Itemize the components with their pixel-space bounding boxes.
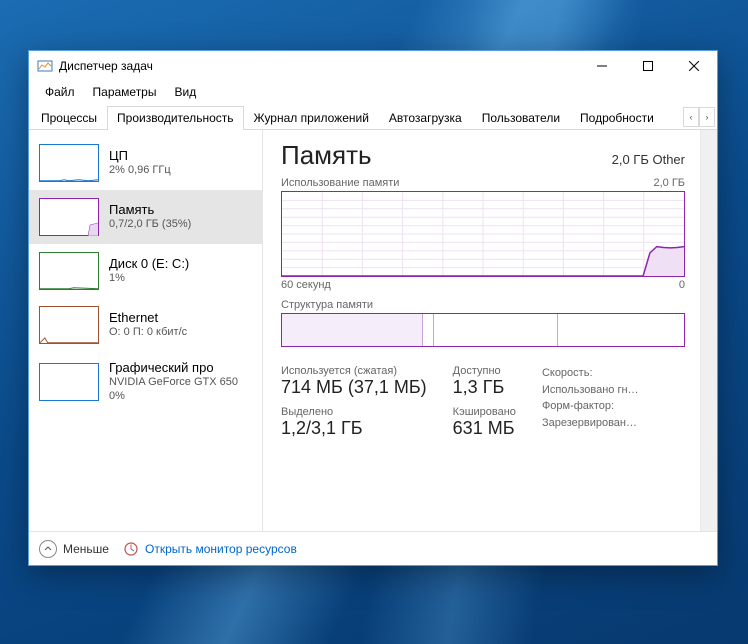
axis-right: 0 xyxy=(679,279,685,291)
menubar: Файл Параметры Вид xyxy=(29,81,717,105)
sidebar-item-cpu[interactable]: ЦП 2% 0,96 ГГц xyxy=(29,136,262,190)
fewer-label: Меньше xyxy=(63,542,109,556)
cpu-sub: 2% 0,96 ГГц xyxy=(109,164,171,178)
memory-composition-bar[interactable] xyxy=(281,313,685,347)
close-button[interactable] xyxy=(671,51,717,81)
memory-sub: 0,7/2,0 ГБ (35%) xyxy=(109,218,191,232)
task-manager-window: Диспетчер задач Файл Параметры Вид Проце… xyxy=(28,50,718,566)
memory-detail: Память 2,0 ГБ Other Использование памяти… xyxy=(263,130,717,531)
memory-usage-chart[interactable] xyxy=(281,191,685,277)
sidebar-item-ethernet[interactable]: Ethernet О: 0 П: 0 кбит/с xyxy=(29,298,262,352)
info-speed: Скорость: xyxy=(542,365,685,382)
sidebar-item-memory[interactable]: Память 0,7/2,0 ГБ (35%) xyxy=(29,190,262,244)
cpu-title: ЦП xyxy=(109,148,171,164)
detail-capacity: 2,0 ГБ Other xyxy=(612,152,685,167)
disk-title: Диск 0 (E: C:) xyxy=(109,256,189,272)
cpu-thumb xyxy=(39,144,99,182)
ethernet-thumb xyxy=(39,306,99,344)
tab-app-history[interactable]: Журнал приложений xyxy=(244,106,379,130)
committed-value: 1,2/3,1 ГБ xyxy=(281,418,427,439)
app-icon xyxy=(37,58,53,74)
fewer-details-button[interactable]: Меньше xyxy=(39,540,109,558)
in-use-label: Используется (сжатая) xyxy=(281,365,427,377)
window-title: Диспетчер задач xyxy=(59,59,153,73)
detail-title: Память xyxy=(281,140,372,171)
tab-details[interactable]: Подробности xyxy=(570,106,664,130)
gpu-title: Графический про xyxy=(109,360,238,376)
cached-label: Кэшировано xyxy=(453,406,516,418)
tab-scroll-left[interactable]: ‹ xyxy=(683,107,699,127)
tab-processes[interactable]: Процессы xyxy=(31,106,107,130)
cached-value: 631 МБ xyxy=(453,418,516,439)
resource-sidebar: ЦП 2% 0,96 ГГц Память 0,7/2,0 ГБ (35%) xyxy=(29,130,263,531)
sidebar-item-disk[interactable]: Диск 0 (E: C:) 1% xyxy=(29,244,262,298)
disk-sub: 1% xyxy=(109,272,189,286)
committed-label: Выделено xyxy=(281,406,427,418)
usage-label: Использование памяти xyxy=(281,177,399,189)
info-form: Форм-фактор: xyxy=(542,398,685,415)
resmon-label: Открыть монитор ресурсов xyxy=(145,542,297,556)
tab-performance[interactable]: Производительность xyxy=(107,106,243,130)
detail-scrollbar[interactable] xyxy=(700,130,717,531)
available-label: Доступно xyxy=(453,365,516,377)
memory-thumb xyxy=(39,198,99,236)
axis-left: 60 секунд xyxy=(281,279,331,291)
open-resource-monitor-link[interactable]: Открыть монитор ресурсов xyxy=(123,541,297,557)
usage-max: 2,0 ГБ xyxy=(653,177,685,189)
memory-info: Скорость: Использовано гн… Форм-фактор: … xyxy=(542,365,685,439)
performance-body: ЦП 2% 0,96 ГГц Память 0,7/2,0 ГБ (35%) xyxy=(29,130,717,531)
menu-options[interactable]: Параметры xyxy=(85,83,165,101)
structure-label: Структура памяти xyxy=(281,299,685,311)
gpu-thumb xyxy=(39,363,99,401)
ethernet-sub: О: 0 П: 0 кбит/с xyxy=(109,326,187,340)
tab-scroll-right[interactable]: › xyxy=(699,107,715,127)
disk-thumb xyxy=(39,252,99,290)
tab-users[interactable]: Пользователи xyxy=(472,106,570,130)
sidebar-item-gpu[interactable]: Графический про NVIDIA GeForce GTX 650 0… xyxy=(29,352,262,412)
in-use-value: 714 МБ (37,1 МБ) xyxy=(281,377,427,398)
menu-file[interactable]: Файл xyxy=(37,83,83,101)
minimize-button[interactable] xyxy=(579,51,625,81)
memory-title: Память xyxy=(109,202,191,218)
ethernet-title: Ethernet xyxy=(109,310,187,326)
tab-startup[interactable]: Автозагрузка xyxy=(379,106,472,130)
menu-view[interactable]: Вид xyxy=(166,83,204,101)
tabstrip: Процессы Производительность Журнал прило… xyxy=(29,105,717,130)
available-value: 1,3 ГБ xyxy=(453,377,516,398)
info-slots: Использовано гн… xyxy=(542,382,685,399)
info-reserved: Зарезервирован… xyxy=(542,415,685,432)
gpu-extra: 0% xyxy=(109,390,238,404)
chevron-up-icon xyxy=(39,540,57,558)
resource-monitor-icon xyxy=(123,541,139,557)
gpu-sub: NVIDIA GeForce GTX 650 xyxy=(109,376,238,390)
titlebar[interactable]: Диспетчер задач xyxy=(29,51,717,81)
footer: Меньше Открыть монитор ресурсов xyxy=(29,531,717,565)
maximize-button[interactable] xyxy=(625,51,671,81)
